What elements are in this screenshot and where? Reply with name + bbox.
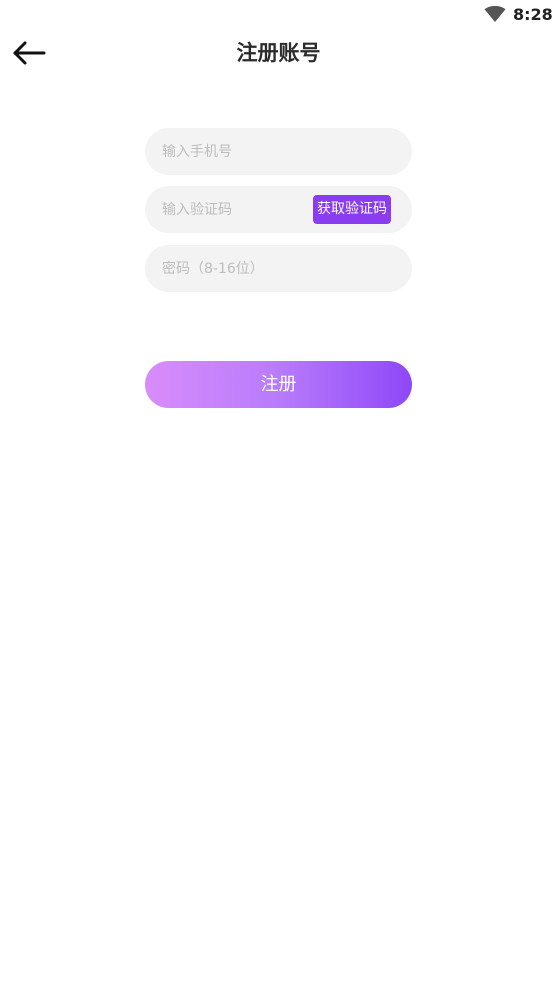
verification-code-field: 获取验证码: [145, 186, 412, 233]
status-time: 8:28: [513, 5, 553, 24]
register-button[interactable]: 注册: [145, 361, 412, 408]
status-bar: 8:28: [0, 0, 557, 30]
get-code-button[interactable]: 获取验证码: [313, 195, 391, 224]
verification-code-input[interactable]: [162, 186, 312, 233]
header: 注册账号: [0, 30, 557, 76]
phone-input[interactable]: [162, 128, 312, 175]
phone-field: [145, 128, 412, 175]
password-field: [145, 245, 412, 292]
password-input[interactable]: [162, 245, 392, 292]
page-title: 注册账号: [236, 41, 321, 65]
wifi-icon: [484, 6, 506, 22]
